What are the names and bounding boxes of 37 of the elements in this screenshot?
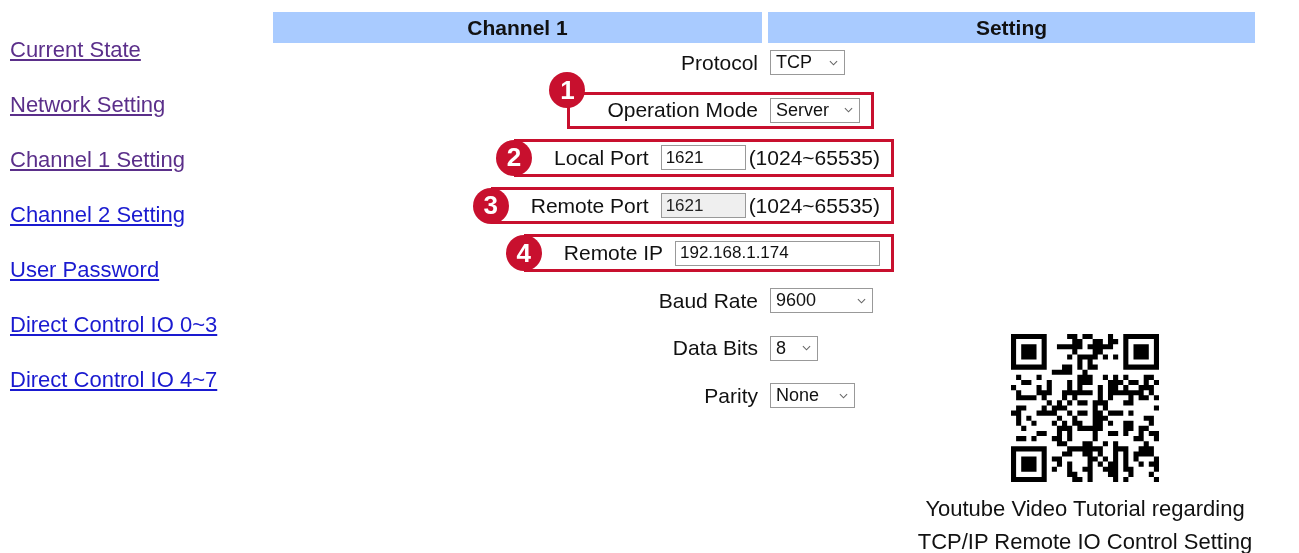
number-badge: 2 xyxy=(496,140,533,176)
nav-link[interactable]: Network Setting xyxy=(10,91,166,118)
chevron-icon xyxy=(802,345,811,352)
number-badge: 3 xyxy=(472,187,509,224)
dropdown[interactable]: 9600 xyxy=(770,288,873,314)
field-label: Remote Port xyxy=(530,193,649,218)
dropdown[interactable]: TCP xyxy=(770,50,845,76)
field-label: Remote IP xyxy=(563,241,663,266)
chevron-icon xyxy=(857,297,866,304)
field-label: Parity xyxy=(704,383,758,408)
input-field[interactable]: 192.168.1.174 xyxy=(675,240,880,266)
dropdown[interactable]: None xyxy=(770,383,855,409)
number-badge: 1 xyxy=(549,72,586,109)
dropdown[interactable]: Server xyxy=(770,97,860,123)
field-label: Protocol xyxy=(680,50,758,75)
column-header: Channel 1 xyxy=(273,12,762,43)
field-label: Data Bits xyxy=(672,336,758,361)
number-badge: 4 xyxy=(505,235,542,272)
nav-link[interactable]: Direct Control IO 0~3 xyxy=(10,311,218,338)
range-hint: (1024~65535) xyxy=(748,193,880,218)
input-field[interactable]: 1621 xyxy=(660,145,746,171)
caption-text: Youtube Video Tutorial regarding xyxy=(924,495,1246,523)
field-label: Operation Mode xyxy=(607,98,758,123)
column-header: Setting xyxy=(768,12,1255,43)
field-label: Baud Rate xyxy=(658,288,758,313)
chevron-icon xyxy=(839,392,848,399)
chevron-icon xyxy=(829,59,838,66)
field-label: Local Port xyxy=(554,146,649,170)
nav-link[interactable]: Channel 2 Setting xyxy=(10,201,185,228)
nav-link[interactable]: Direct Control IO 4~7 xyxy=(10,366,218,393)
caption-text: TCP/IP Remote IO Control Setting xyxy=(917,528,1253,553)
nav-link[interactable]: User Password xyxy=(10,256,160,283)
range-hint: (1024~65535) xyxy=(748,146,880,170)
nav-link[interactable]: Channel 1 Setting xyxy=(10,146,185,173)
nav-link[interactable]: Current State xyxy=(10,36,141,63)
dropdown[interactable]: 8 xyxy=(770,335,818,361)
chevron-icon xyxy=(844,107,853,114)
